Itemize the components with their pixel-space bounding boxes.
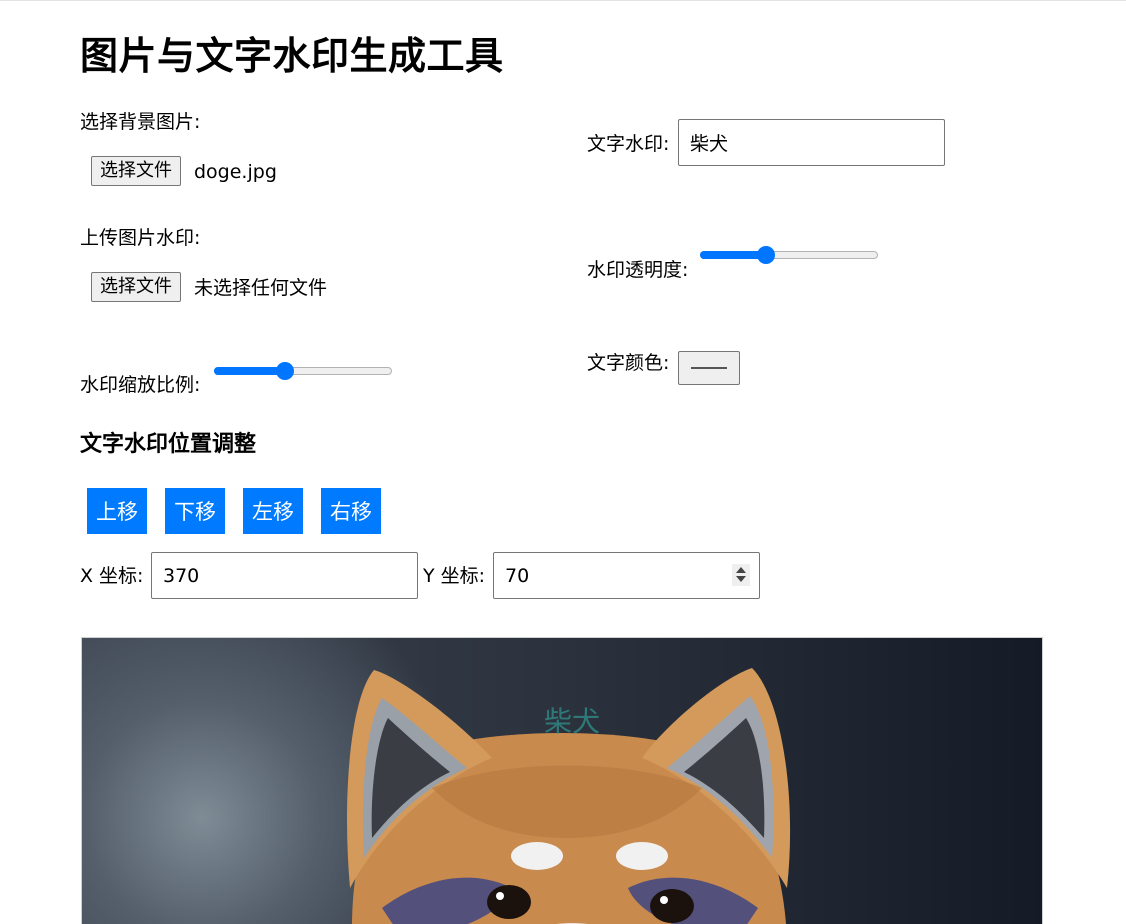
color-swatch — [691, 367, 727, 369]
slider-thumb[interactable] — [757, 246, 775, 264]
text-watermark-label: 文字水印: — [587, 133, 670, 155]
x-coordinate-input[interactable] — [151, 552, 418, 599]
top-divider — [0, 0, 1126, 1]
move-up-button[interactable]: 上移 — [87, 488, 147, 534]
watermark-scale-slider[interactable] — [214, 362, 392, 380]
position-section-title: 文字水印位置调整 — [80, 432, 257, 457]
image-watermark-label: 上传图片水印: — [80, 227, 201, 249]
y-coordinate-input[interactable] — [493, 552, 760, 599]
x-coordinate-label: X 坐标: — [80, 565, 144, 587]
shiba-dog-image — [347, 668, 791, 924]
spinner-up-icon[interactable] — [736, 567, 746, 573]
watermark-opacity-slider[interactable] — [700, 246, 878, 264]
y-coordinate-field — [493, 552, 760, 599]
watermark-scale-label: 水印缩放比例: — [80, 374, 201, 396]
move-down-button[interactable]: 下移 — [165, 488, 225, 534]
y-coordinate-label: Y 坐标: — [423, 565, 486, 587]
background-image-file-name: doge.jpg — [194, 161, 277, 183]
preview-watermark-text: 柴犬 — [544, 705, 601, 738]
move-right-button[interactable]: 右移 — [321, 488, 381, 534]
background-image-label: 选择背景图片: — [80, 111, 201, 133]
text-watermark-input[interactable] — [678, 119, 945, 166]
slider-fill — [214, 367, 285, 375]
number-spinner[interactable] — [732, 564, 750, 586]
text-color-picker[interactable] — [678, 351, 740, 385]
page-title: 图片与文字水印生成工具 — [80, 34, 504, 78]
move-left-button[interactable]: 左移 — [243, 488, 303, 534]
background-image-choose-button[interactable]: 选择文件 — [91, 156, 181, 186]
watermark-opacity-label: 水印透明度: — [587, 259, 689, 281]
page: 图片与文字水印生成工具 选择背景图片: 选择文件 doge.jpg 上传图片水印… — [0, 0, 1126, 924]
image-watermark-choose-button[interactable]: 选择文件 — [91, 272, 181, 302]
slider-thumb[interactable] — [276, 362, 294, 380]
image-watermark-file-name: 未选择任何文件 — [194, 277, 328, 299]
spinner-down-icon[interactable] — [736, 576, 746, 582]
text-color-label: 文字颜色: — [587, 352, 670, 374]
watermark-preview-canvas: 柴犬 — [81, 637, 1043, 924]
